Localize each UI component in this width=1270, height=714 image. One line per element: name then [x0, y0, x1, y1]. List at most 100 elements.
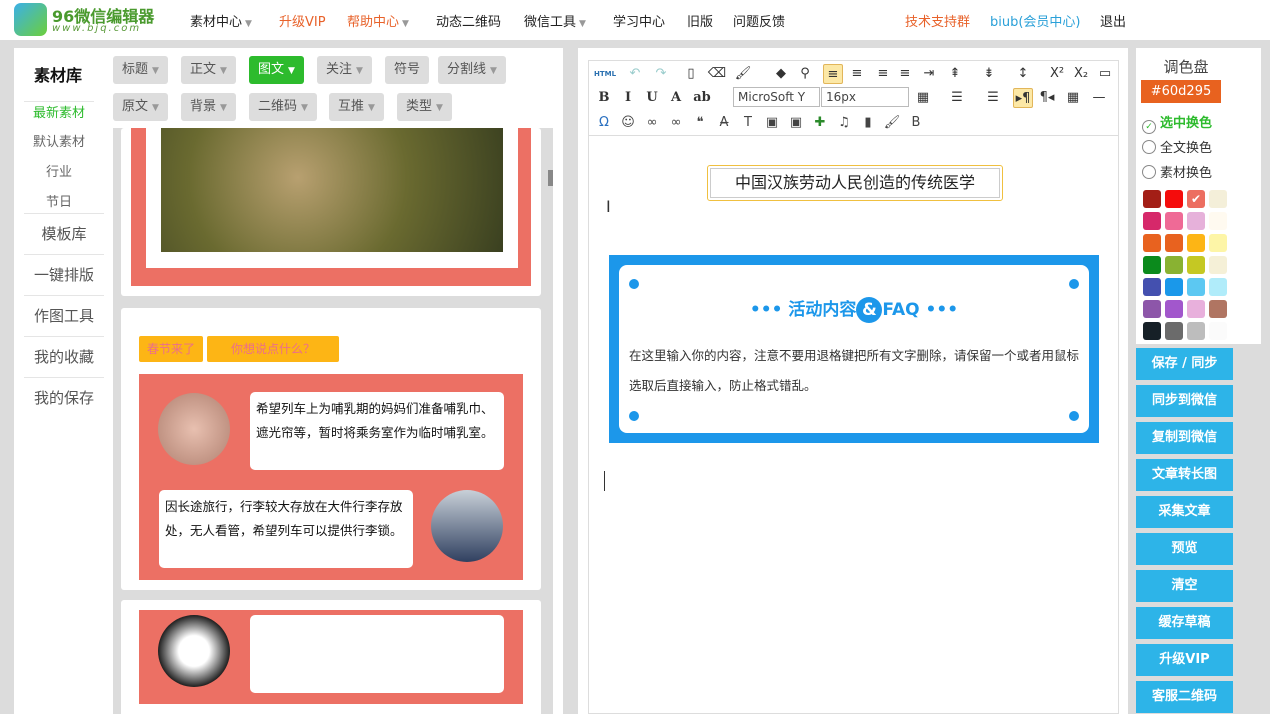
nav-item[interactable]: 学习中心 [613, 11, 665, 30]
nav-item[interactable]: 动态二维码 [436, 11, 501, 30]
format-brush-icon[interactable]: 🖌 [733, 64, 753, 84]
category-button[interactable]: 类型 ▼ [397, 93, 452, 121]
strikethrough-icon[interactable]: A̶ [714, 113, 734, 133]
color-swatch[interactable] [1143, 322, 1161, 340]
font-size-select[interactable]: 16px [821, 87, 909, 107]
color-swatch[interactable] [1143, 234, 1161, 252]
unordered-list-icon[interactable]: ☰ [983, 88, 1003, 108]
color-mode-radio[interactable]: ✓ 选中换色 [1142, 112, 1212, 134]
category-button[interactable]: 背景 ▼ [181, 93, 236, 121]
paste-text-icon[interactable]: T [738, 113, 758, 133]
logo[interactable]: 96微信编辑器 www.bjq.com [14, 3, 154, 37]
material-card[interactable] [121, 600, 541, 714]
title-box[interactable]: 中国汉族劳动人民创造的传统医学 [710, 168, 1000, 198]
color-swatch[interactable] [1165, 190, 1183, 208]
new-doc-icon[interactable]: ▯ [681, 64, 701, 84]
sidebar-sub-item[interactable]: 最新素材 [24, 101, 94, 121]
color-swatch[interactable] [1187, 278, 1205, 296]
category-button[interactable]: 关注 ▼ [317, 56, 372, 84]
category-button[interactable]: 正文 ▼ [181, 56, 236, 84]
justify-icon[interactable]: ≡ [895, 64, 915, 84]
action-button[interactable]: 同步到微信 [1136, 385, 1233, 417]
color-mode-radio[interactable]: 素材换色 [1142, 162, 1212, 181]
align-left-icon[interactable]: ≡ [823, 64, 843, 84]
color-swatch[interactable] [1209, 300, 1227, 318]
highlight-icon[interactable]: ab [692, 88, 712, 108]
superscript-icon[interactable]: X² [1047, 64, 1067, 84]
undo-icon[interactable]: ↶ [625, 64, 645, 84]
color-swatch[interactable] [1143, 256, 1161, 274]
color-swatch[interactable] [1187, 212, 1205, 230]
align-center-icon[interactable]: ≡ [847, 64, 867, 84]
support-group-link[interactable]: 技术支持群 [905, 11, 970, 30]
action-button[interactable]: 升级VIP [1136, 644, 1233, 676]
rtl-icon[interactable]: ¶◂ [1037, 88, 1057, 108]
bold-b-icon[interactable]: B [906, 113, 926, 133]
color-swatch[interactable] [1143, 300, 1161, 318]
action-button[interactable]: 复制到微信 [1136, 422, 1233, 454]
color-swatch[interactable] [1143, 212, 1161, 230]
sidebar-item[interactable]: 我的收藏 [24, 336, 104, 377]
color-swatch[interactable] [1209, 278, 1227, 296]
action-button[interactable]: 保存 / 同步 [1136, 348, 1233, 380]
eraser-icon[interactable]: ⌫ [707, 64, 727, 84]
quote-icon[interactable]: ❝ [690, 113, 710, 133]
line-height-icon[interactable]: ↕ [1013, 64, 1033, 84]
music-icon[interactable]: ♫ [834, 113, 854, 133]
action-button[interactable]: 预览 [1136, 533, 1233, 565]
action-button[interactable]: 缓存草稿 [1136, 607, 1233, 639]
category-button[interactable]: 标题 ▼ [113, 56, 168, 84]
unlink-icon[interactable]: ∞ [666, 113, 686, 133]
sidebar-item[interactable]: 作图工具 [24, 295, 104, 336]
nav-item[interactable]: 微信工具 ▼ [524, 11, 586, 30]
action-button[interactable]: 文章转长图 [1136, 459, 1233, 491]
color-swatch[interactable] [1165, 278, 1183, 296]
sidebar-sub-item[interactable]: 默认素材 [24, 131, 94, 150]
underline-icon[interactable]: U [642, 88, 662, 108]
category-button[interactable]: 符号 [385, 56, 430, 84]
font-color-icon[interactable]: A [666, 88, 686, 108]
indent-icon[interactable]: ⇥ [919, 64, 939, 84]
link-icon[interactable]: ∞ [642, 113, 662, 133]
color-swatch[interactable] [1165, 212, 1183, 230]
faq-block[interactable]: ••• 活动内容 & FAQ ••• 在这里输入你的内容，注意不要用退格键把所有文字… [609, 255, 1099, 443]
table-icon[interactable]: ▦ [913, 88, 933, 108]
color-swatch[interactable] [1165, 322, 1183, 340]
category-button[interactable]: 分割线 ▼ [438, 56, 506, 84]
font-family-select[interactable]: MicroSoft Y [733, 87, 820, 107]
color-swatch[interactable] [1187, 234, 1205, 252]
category-button[interactable]: 互推 ▼ [329, 93, 384, 121]
material-card[interactable] [121, 128, 541, 296]
html-icon[interactable]: HTML [594, 64, 616, 84]
color-swatch[interactable] [1187, 300, 1205, 318]
nav-item[interactable]: 升级VIP [279, 11, 326, 30]
find-icon[interactable]: ⚲ [795, 64, 815, 84]
color-swatch[interactable] [1209, 256, 1227, 274]
action-button[interactable]: 客服二维码 [1136, 681, 1233, 713]
faq-body[interactable]: 在这里输入你的内容，注意不要用退格键把所有文字删除，请保留一个或者用鼠标选取后直… [629, 341, 1081, 401]
bg-color-icon[interactable]: ◆ [771, 64, 791, 84]
nav-item[interactable]: 素材中心 ▼ [190, 11, 252, 30]
image-icon[interactable]: ▣ [762, 113, 782, 133]
para-after-icon[interactable]: ⇟ [979, 64, 999, 84]
action-button[interactable]: 采集文章 [1136, 496, 1233, 528]
plugin-icon[interactable]: ✚ [810, 113, 830, 133]
nav-item[interactable]: 帮助中心 ▼ [347, 11, 409, 30]
color-swatch[interactable] [1187, 322, 1205, 340]
color-swatch[interactable]: ✔ [1187, 190, 1205, 208]
member-center-link[interactable]: biub(会员中心) [990, 11, 1081, 30]
preview-icon[interactable]: ▭ [1095, 64, 1115, 84]
image-gallery-icon[interactable]: ▣ [786, 113, 806, 133]
para-before-icon[interactable]: ⇞ [945, 64, 965, 84]
insert-table-icon[interactable]: ▦ [1063, 88, 1083, 108]
category-button[interactable]: 二维码 ▼ [249, 93, 317, 121]
color-swatch[interactable] [1143, 278, 1161, 296]
ltr-icon[interactable]: ▸¶ [1013, 88, 1033, 108]
sidebar-sub-item[interactable]: 行业 [24, 161, 94, 180]
bold-icon[interactable]: B [594, 88, 614, 108]
logout-link[interactable]: 退出 [1100, 11, 1126, 30]
redo-icon[interactable]: ↷ [651, 64, 671, 84]
color-swatch[interactable] [1209, 322, 1227, 340]
align-right-icon[interactable]: ≡ [873, 64, 893, 84]
color-swatch[interactable] [1165, 256, 1183, 274]
